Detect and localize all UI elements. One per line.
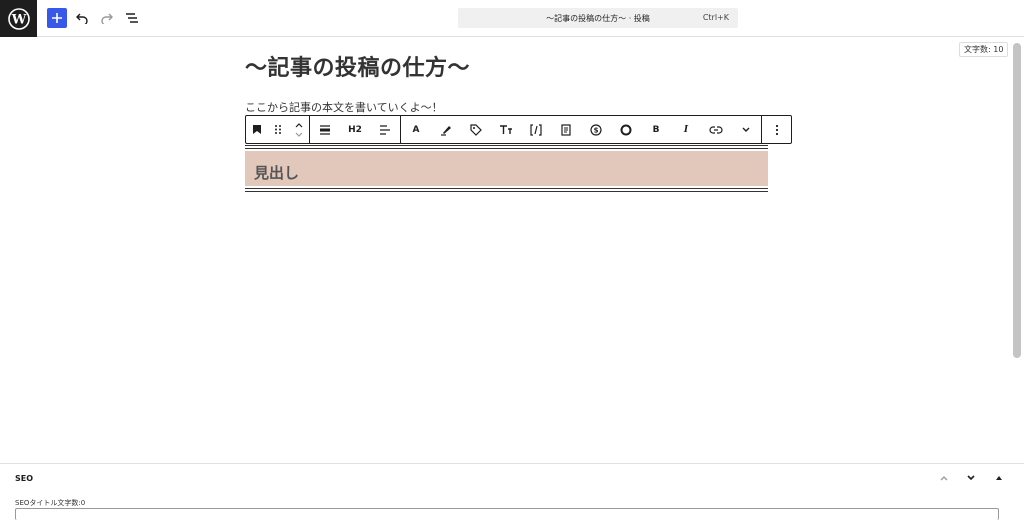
circle-icon [620, 124, 632, 135]
dollar-button[interactable]: $ [581, 116, 611, 143]
text-size-icon [500, 124, 512, 134]
note-icon [561, 123, 571, 136]
bookmark-icon [252, 125, 261, 134]
tag-button[interactable] [461, 116, 491, 143]
move-block-buttons[interactable] [288, 116, 309, 143]
seo-panel-title[interactable]: SEO [15, 474, 33, 483]
heading-text[interactable]: 見出し [254, 162, 299, 183]
add-block-button[interactable] [47, 8, 67, 28]
more-options-icon [775, 124, 779, 135]
font-button[interactable]: A [401, 116, 431, 143]
move-up-down-icon [295, 122, 302, 137]
panel-toggle-button[interactable] [992, 471, 1006, 485]
highlighter-icon [441, 125, 451, 136]
shortcode-button[interactable] [521, 116, 551, 143]
italic-button[interactable]: I [671, 116, 701, 143]
plus-icon [52, 13, 62, 23]
heading-background: 見出し [245, 151, 768, 186]
drag-handle-icon [274, 125, 281, 134]
dollar-icon: $ [590, 123, 602, 136]
heading-level-label: H2 [348, 124, 362, 135]
heading-level-button[interactable]: H2 [340, 116, 370, 143]
wordpress-icon[interactable]: W [0, 0, 37, 37]
svg-text:W: W [10, 12, 26, 27]
svg-text:$: $ [594, 126, 599, 134]
link-icon [709, 125, 723, 134]
document-title: 〜記事の投稿の仕方〜 · 投稿 [546, 14, 650, 23]
editor-header: W 〜記事の投稿の仕方〜 · 投稿 Ctrl+K [0, 0, 1024, 37]
panel-move-down-button[interactable] [964, 471, 978, 485]
align-wide-icon [320, 124, 330, 135]
block-options-button[interactable] [762, 116, 792, 143]
undo-icon [76, 13, 88, 24]
block-type-button[interactable] [246, 116, 267, 143]
paragraph-block[interactable]: ここから記事の本文を書いていくよ〜！ [245, 99, 443, 115]
font-letter: A [412, 124, 420, 135]
more-formats-button[interactable] [731, 116, 761, 143]
word-count-badge: 文字数: 10 [959, 42, 1009, 57]
block-toolbar-group-block [246, 116, 310, 143]
block-toolbar-group-options [762, 116, 792, 143]
bold-button[interactable]: B [641, 116, 671, 143]
text-align-button[interactable] [370, 116, 400, 143]
highlight-button[interactable] [431, 116, 461, 143]
command-palette-bar[interactable]: 〜記事の投稿の仕方〜 · 投稿 Ctrl+K [458, 8, 738, 28]
seo-meta-panel: SEO SEOタイトル文字数:0 [0, 463, 1024, 520]
block-toolbar: H2 A $ B I [245, 115, 792, 144]
list-view-icon [126, 13, 138, 23]
vertical-scrollbar[interactable] [1013, 43, 1021, 358]
redo-button[interactable] [97, 8, 117, 28]
italic-label: I [683, 124, 689, 135]
chevron-down-icon [967, 475, 975, 481]
align-text-icon [380, 124, 390, 135]
post-title[interactable]: 〜記事の投稿の仕方〜 [245, 50, 470, 82]
shortcut-hint: Ctrl+K [702, 13, 729, 22]
block-toolbar-group-inline: A $ B I [401, 116, 762, 143]
chevron-up-icon [940, 476, 948, 481]
undo-button[interactable] [72, 8, 92, 28]
triangle-up-icon [996, 476, 1002, 480]
circle-button[interactable] [611, 116, 641, 143]
seo-title-count-label: SEOタイトル文字数:0 [15, 499, 86, 507]
drag-handle[interactable] [267, 116, 288, 143]
heading-block[interactable]: 見出し [245, 145, 768, 192]
tag-icon [470, 123, 482, 136]
shortcode-icon [530, 123, 542, 136]
list-view-button[interactable] [122, 8, 142, 28]
font-size-button[interactable] [491, 116, 521, 143]
note-button[interactable] [551, 116, 581, 143]
block-toolbar-group-format: H2 [310, 116, 401, 143]
bold-label: B [652, 124, 660, 135]
chevron-down-icon [742, 127, 750, 132]
panel-move-up-button[interactable] [937, 471, 951, 485]
seo-title-input[interactable] [15, 508, 999, 520]
align-wide-button[interactable] [310, 116, 340, 143]
link-button[interactable] [701, 116, 731, 143]
redo-icon [101, 13, 113, 24]
